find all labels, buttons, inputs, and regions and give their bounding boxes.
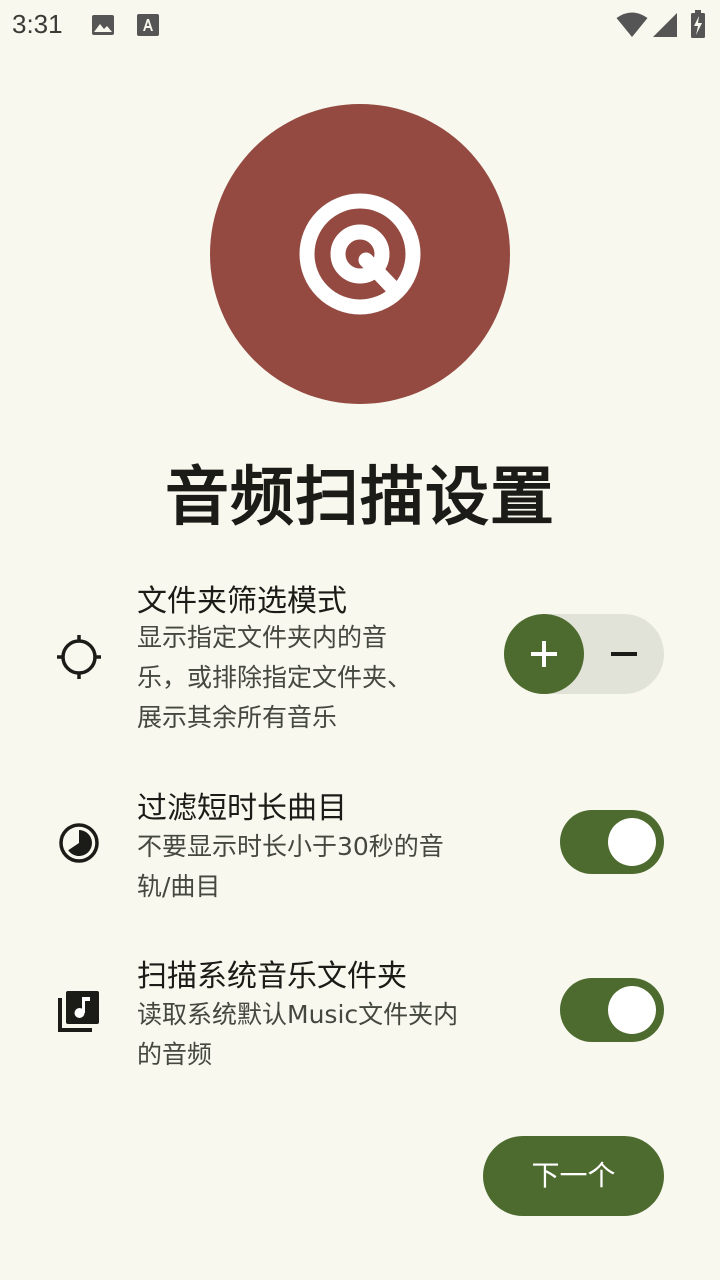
battery-charging-icon — [690, 10, 706, 42]
setting-title: 过滤短时长曲目 — [137, 791, 347, 826]
image-icon — [91, 13, 115, 41]
switch-thumb — [608, 986, 656, 1034]
library-music-icon — [56, 988, 102, 1038]
cell-signal-icon — [652, 12, 678, 42]
status-time: 3:31 — [12, 9, 63, 39]
status-bar: 3:31 — [0, 0, 720, 50]
timer-icon — [56, 820, 102, 870]
setting-description: 显示指定文件夹内的音 乐，或排除指定文件夹、 展示其余所有音乐 — [137, 623, 413, 732]
crosshair-icon — [56, 634, 102, 684]
folder-filter-mode-toggle[interactable] — [504, 614, 664, 694]
next-button[interactable]: 下一个 — [483, 1136, 664, 1216]
scan-system-music-switch[interactable] — [560, 978, 664, 1042]
setting-description: 读取系统默认Music文件夹内 的音频 — [137, 1000, 459, 1069]
include-button[interactable] — [504, 614, 584, 694]
minus-icon — [611, 652, 637, 656]
setting-description: 不要显示时长小于30秒的音 轨/曲目 — [137, 832, 444, 901]
filter-short-tracks-switch[interactable] — [560, 810, 664, 874]
page-title: 音频扫描设置 — [165, 461, 555, 535]
app-logo — [210, 104, 510, 404]
plus-icon — [531, 641, 557, 667]
exclude-button[interactable] — [584, 614, 664, 694]
setting-title: 扫描系统音乐文件夹 — [137, 959, 407, 994]
setting-title: 文件夹筛选模式 — [137, 584, 347, 619]
font-download-icon — [136, 13, 160, 41]
wifi-icon — [616, 12, 648, 42]
scan-target-icon — [299, 193, 421, 315]
switch-thumb — [608, 818, 656, 866]
